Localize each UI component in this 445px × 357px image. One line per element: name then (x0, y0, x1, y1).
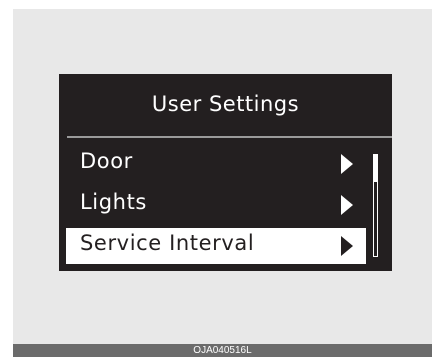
caption-bar: OJA040516L (13, 344, 432, 357)
menu-item-lights[interactable]: Lights (66, 187, 366, 223)
scrollbar-thumb[interactable] (374, 154, 377, 182)
chevron-right-icon (341, 236, 353, 256)
figure-code: OJA040516L (193, 345, 252, 356)
chevron-right-icon (341, 154, 353, 174)
cluster-display: User Settings Door Lights Service Interv… (59, 74, 392, 271)
chevron-right-icon (341, 195, 353, 215)
menu-item-label: Door (80, 149, 133, 173)
title-divider (67, 136, 392, 138)
menu-item-label: Service Interval (80, 231, 255, 255)
screen-title: User Settings (151, 92, 300, 116)
menu-item-door[interactable]: Door (66, 146, 366, 182)
menu-item-service-interval[interactable]: Service Interval (66, 228, 366, 264)
menu-item-label: Lights (80, 190, 147, 214)
